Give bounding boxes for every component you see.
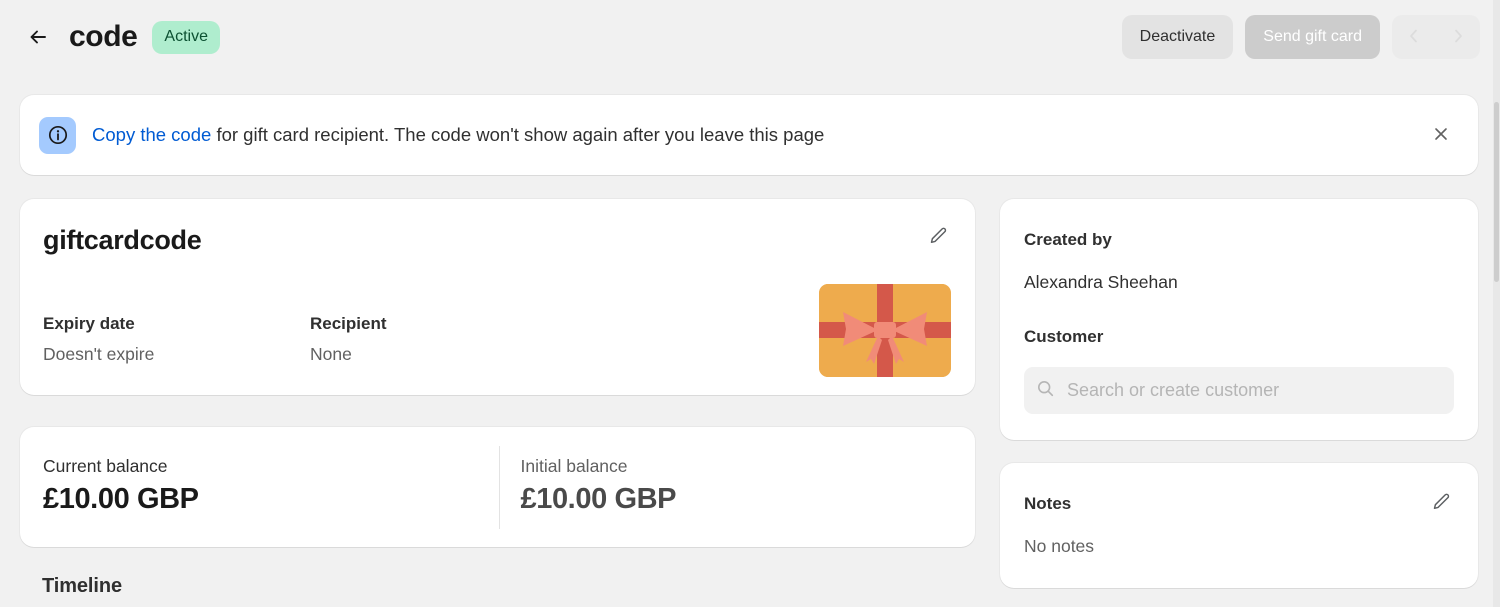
back-button[interactable] [21, 20, 55, 54]
notes-card: Notes No notes [1000, 463, 1478, 588]
banner-message: Copy the code for gift card recipient. T… [92, 123, 824, 147]
created-by-value: Alexandra Sheehan [1024, 272, 1178, 292]
current-balance-label: Current balance [43, 456, 168, 476]
deactivate-button[interactable]: Deactivate [1121, 15, 1234, 59]
current-balance-value: £10.00 GBP [43, 483, 199, 515]
next-page-button[interactable] [1436, 15, 1480, 59]
customer-search-field[interactable] [1024, 367, 1454, 414]
page-title: code [69, 20, 138, 53]
search-icon [1036, 379, 1055, 403]
scrollbar-thumb[interactable] [1494, 102, 1499, 282]
field-recipient: Recipient None [310, 313, 577, 366]
balance-card: Current balance £10.00 GBP Initial balan… [20, 427, 975, 547]
gift-card-code: giftcardcode [43, 225, 202, 255]
gift-card-fields: Expiry date Doesn't expire Recipient Non… [43, 313, 577, 366]
pencil-icon [928, 226, 949, 250]
field-label: Recipient [310, 314, 387, 333]
header-actions: Deactivate Send gift card [1121, 15, 1480, 59]
current-balance-block: Current balance £10.00 GBP [20, 427, 498, 547]
close-icon [1432, 125, 1450, 146]
arrow-left-icon [27, 26, 49, 48]
edit-gift-card-button[interactable] [921, 221, 955, 255]
created-by-label: Created by [1024, 230, 1112, 249]
info-banner: Copy the code for gift card recipient. T… [20, 95, 1478, 175]
notes-value: No notes [1024, 536, 1095, 556]
previous-page-button[interactable] [1392, 15, 1436, 59]
initial-balance-value: £10.00 GBP [520, 483, 677, 515]
field-expiry-date: Expiry date Doesn't expire [43, 313, 310, 366]
copy-the-code-link[interactable]: Copy the code [92, 124, 211, 145]
pencil-icon [1431, 492, 1452, 516]
field-label: Expiry date [43, 314, 135, 333]
edit-notes-button[interactable] [1424, 487, 1458, 521]
send-gift-card-button[interactable]: Send gift card [1245, 15, 1380, 59]
chevron-left-icon [1406, 28, 1422, 47]
page-scrollbar[interactable] [1493, 0, 1500, 607]
created-by-card: Created by Alexandra Sheehan Customer [1000, 199, 1478, 440]
info-circle-icon [39, 116, 76, 154]
gift-card-details-card: giftcardcode Expiry date Doesn't expire … [20, 199, 975, 395]
initial-balance-block: Initial balance £10.00 GBP [498, 427, 976, 547]
page-header: code Active Deactivate Send gift card [0, 0, 1500, 74]
banner-close-button[interactable] [1424, 118, 1458, 152]
banner-message-text: for gift card recipient. The code won't … [211, 124, 825, 145]
field-value: Doesn't expire [43, 344, 155, 364]
notes-label: Notes [1024, 494, 1072, 513]
chevron-right-icon [1450, 28, 1466, 47]
pagination [1392, 15, 1480, 59]
field-value: None [310, 344, 352, 364]
status-badge: Active [152, 20, 220, 54]
initial-balance-label: Initial balance [520, 456, 628, 476]
timeline-heading: Timeline [42, 575, 122, 597]
gift-card-illustration [819, 284, 951, 377]
customer-label: Customer [1024, 327, 1104, 346]
gift-card-detail-page: code Active Deactivate Send gift card Co… [0, 0, 1500, 607]
customer-search-input[interactable] [1065, 379, 1442, 402]
